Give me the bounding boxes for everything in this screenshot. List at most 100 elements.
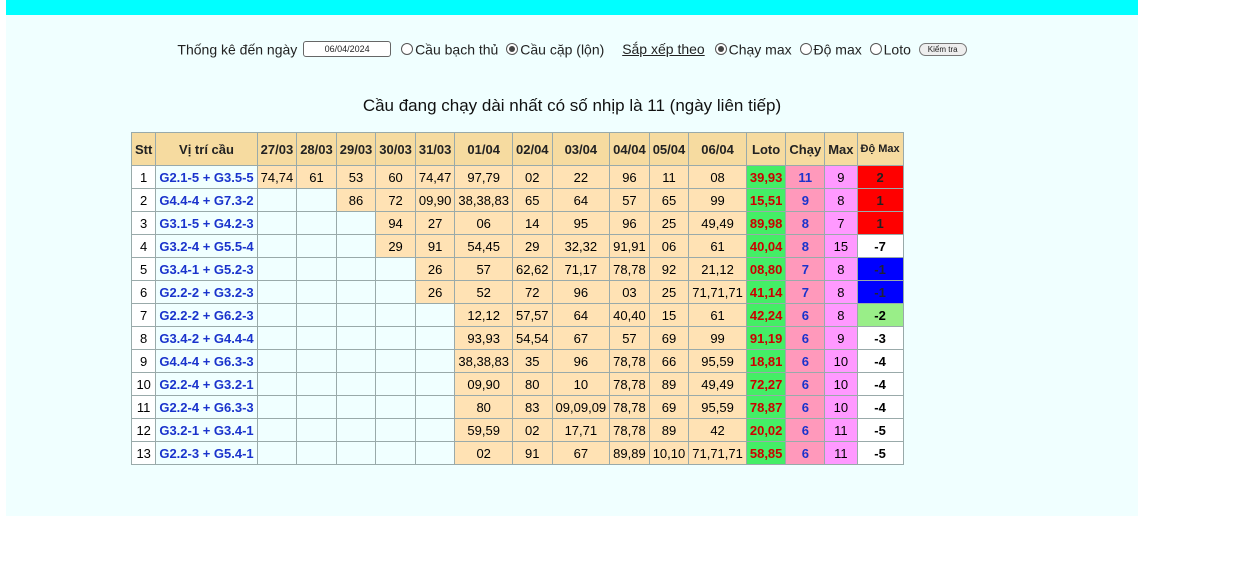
radio-loto[interactable] — [869, 43, 882, 56]
position-cell[interactable]: G3.2-4 + G5.5-4 — [155, 234, 258, 258]
day-cell: 71,71,71 — [688, 280, 747, 304]
date-field[interactable]: 06/04/2024 — [303, 41, 392, 58]
loto-cell: 18,81 — [745, 349, 787, 373]
column-header: 04/04 — [609, 132, 650, 166]
day-cell: 27 — [414, 211, 456, 235]
label-cap: Cầu cặp (lộn) — [520, 41, 605, 58]
day-cell: 72 — [512, 280, 553, 304]
column-header: 27/03 — [256, 132, 298, 166]
day-cell: 25 — [648, 280, 690, 304]
radio-chay-max[interactable] — [714, 43, 727, 56]
day-cell: 93,93 — [454, 326, 513, 350]
day-cell: 32,32 — [551, 234, 611, 258]
day-cell: 15 — [648, 303, 690, 327]
column-header: 28/03 — [296, 132, 337, 166]
table-row: 13 G2.2-3 + G5.4-1 02 91 67 89,89 10,10 71,71,7… — [130, 441, 904, 465]
max-cell: 8 — [824, 280, 858, 304]
position-cell[interactable]: G3.1-5 + G4.2-3 — [155, 211, 258, 235]
radio-do-max[interactable] — [799, 43, 812, 56]
position-cell[interactable]: G3.2-1 + G3.4-1 — [155, 418, 258, 442]
domax-cell: 2 — [856, 165, 904, 189]
max-cell: 10 — [824, 395, 858, 419]
column-header: 06/04 — [688, 132, 747, 166]
stt-cell: 5 — [130, 257, 157, 281]
loto-cell: 42,24 — [745, 303, 787, 327]
day-cell — [296, 349, 337, 373]
day-cell — [335, 234, 377, 258]
day-cell: 61 — [688, 234, 747, 258]
loto-cell: 40,04 — [745, 234, 787, 258]
stt-cell: 13 — [130, 441, 157, 465]
day-cell — [375, 372, 416, 396]
day-cell: 80 — [512, 372, 553, 396]
position-cell[interactable]: G2.2-2 + G3.2-3 — [155, 280, 258, 304]
day-cell — [335, 441, 377, 465]
position-cell[interactable]: G3.4-1 + G5.2-3 — [155, 257, 258, 281]
domax-cell: 1 — [856, 211, 904, 235]
day-cell: 96 — [609, 165, 650, 189]
day-cell: 65 — [648, 188, 690, 212]
position-cell[interactable]: G2.2-4 + G3.2-1 — [155, 372, 258, 396]
loto-cell: 91,19 — [745, 326, 787, 350]
column-header: Max — [824, 132, 858, 166]
chay-cell: 6 — [785, 441, 826, 465]
day-cell: 95,59 — [688, 395, 747, 419]
column-header: 31/03 — [414, 132, 456, 166]
day-cell: 02 — [512, 418, 553, 442]
day-cell: 02 — [454, 441, 513, 465]
position-cell[interactable]: G4.4-4 + G7.3-2 — [155, 188, 258, 212]
sort-link[interactable]: Sắp xếp theo — [622, 41, 705, 57]
loto-cell: 41,14 — [745, 280, 787, 304]
day-cell: 96 — [551, 349, 611, 373]
day-cell: 97,79 — [454, 165, 513, 189]
column-header: Độ Max — [856, 132, 904, 166]
day-cell: 42 — [688, 418, 747, 442]
loto-cell: 39,93 — [745, 165, 787, 189]
chay-cell: 7 — [785, 257, 826, 281]
chay-cell: 7 — [785, 280, 826, 304]
stt-cell: 10 — [130, 372, 157, 396]
domax-cell: -5 — [856, 441, 904, 465]
position-cell[interactable]: G4.4-4 + G6.3-3 — [155, 349, 258, 373]
position-cell[interactable]: G2.2-2 + G6.2-3 — [155, 303, 258, 327]
table-row: 1 G2.1-5 + G3.5-5 74,74 61 53 60 74,47 97,79 02 2… — [130, 165, 904, 189]
table-row: 4 G3.2-4 + G5.5-4 29 91 54,45 29 32,32 91,91 06 6… — [130, 234, 904, 258]
day-cell: 72 — [375, 188, 416, 212]
day-cell — [296, 211, 337, 235]
day-cell — [256, 349, 298, 373]
radio-bach-thu[interactable] — [401, 43, 414, 56]
label-bach-thu: Cầu bạch thủ — [415, 41, 499, 58]
day-cell — [335, 372, 377, 396]
results-table: Stt Vị trí cầu 27/03 28/03 29/03 30/03 31/03 01… — [130, 132, 904, 465]
day-cell: 09,90 — [454, 372, 513, 396]
position-cell[interactable]: G3.4-2 + G4.4-4 — [155, 326, 258, 350]
position-cell[interactable]: G2.2-3 + G5.4-1 — [155, 441, 258, 465]
table-body: 1 G2.1-5 + G3.5-5 74,74 61 53 60 74,47 97,79 02 2… — [130, 165, 904, 465]
day-cell — [335, 395, 377, 419]
label-loto: Loto — [883, 41, 911, 58]
check-button[interactable]: Kiểm tra — [918, 42, 967, 56]
day-cell — [256, 372, 298, 396]
stt-cell: 12 — [130, 418, 157, 442]
max-cell: 8 — [824, 257, 858, 281]
max-cell: 8 — [824, 188, 858, 212]
day-cell — [335, 211, 377, 235]
column-header: 03/04 — [551, 132, 611, 166]
radio-cap[interactable] — [506, 43, 519, 56]
table-row: 5 G3.4-1 + G5.2-3 26 57 62,62 71,17 78,78 92 21,… — [130, 257, 904, 281]
day-cell: 61 — [296, 165, 337, 189]
column-header: 05/04 — [648, 132, 690, 166]
position-cell[interactable]: G2.2-4 + G6.3-3 — [155, 395, 258, 419]
day-cell: 62,62 — [512, 257, 553, 281]
loto-cell: 78,87 — [745, 395, 787, 419]
day-cell: 14 — [512, 211, 553, 235]
position-cell[interactable]: G2.1-5 + G3.5-5 — [155, 165, 258, 189]
day-cell — [296, 257, 337, 281]
main-panel: Thống kê đến ngày 06/04/2024 Cầu bạch th… — [6, 15, 1138, 516]
column-header: Loto — [745, 132, 787, 166]
day-cell: 71,71,71 — [688, 441, 747, 465]
day-cell — [296, 303, 337, 327]
table-row: 3 G3.1-5 + G4.2-3 94 27 06 14 95 96 25 49,49 89,98… — [130, 211, 904, 235]
day-cell: 74,47 — [414, 165, 456, 189]
domax-cell: -1 — [856, 280, 904, 304]
